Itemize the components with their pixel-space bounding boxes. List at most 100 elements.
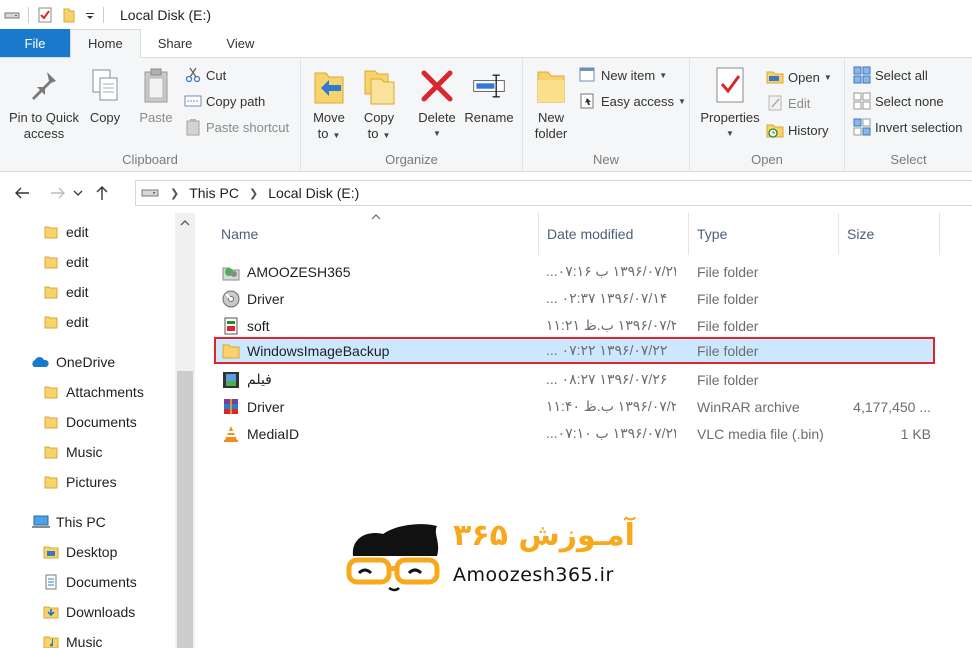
column-header-type[interactable]: Type — [689, 213, 839, 255]
file-name: AMOOZESH365 — [247, 263, 351, 280]
paste-shortcut-icon — [184, 118, 202, 136]
nav-item-music[interactable]: Music — [42, 627, 103, 648]
navigation-pane[interactable]: edit edit edit edit OneDrive Attachments… — [0, 213, 195, 648]
delete-x-icon — [419, 64, 455, 108]
easy-access-button[interactable]: Easy access ▼ — [579, 90, 686, 112]
watermark-url: Amoozesh365.ir — [453, 564, 614, 586]
invert-selection-icon — [853, 118, 871, 136]
scroll-thumb[interactable] — [177, 371, 193, 648]
clipboard-icon — [138, 64, 174, 108]
table-row[interactable]: Driver ۱۳۹۶/۰۷/۱۴ ۰۲:۳۷ ... File folder — [217, 285, 936, 312]
copy-button[interactable]: Copy — [84, 64, 126, 126]
history-button[interactable]: History — [766, 119, 828, 141]
column-header-date[interactable]: Date modified — [539, 213, 689, 255]
table-row[interactable]: MediaID ۱۳۹۶/۰۷/۲۲ ب ۰۷:۱۰... VLC media … — [217, 420, 936, 447]
new-group: New folder New item ▼ Easy access ▼ New — [523, 58, 690, 172]
drive-icon — [141, 189, 159, 197]
nav-item-music[interactable]: Music — [42, 437, 103, 467]
back-button[interactable] — [9, 180, 35, 206]
delete-button[interactable]: Delete ▼ — [415, 64, 459, 142]
file-size — [847, 339, 931, 362]
desktop-folder-icon — [42, 544, 60, 560]
nav-pane-scrollbar[interactable] — [175, 213, 195, 648]
file-type: VLC media file (.bin) — [697, 425, 824, 442]
folder-icon — [42, 474, 60, 490]
file-date: ۱۳۹۶/۰۷/۲۰ ب.ظ ۱۱:۲۱ — [546, 317, 676, 333]
nav-item-attachments[interactable]: Attachments — [42, 377, 144, 407]
open-button[interactable]: Open ▼ — [766, 66, 832, 88]
nav-item-documents[interactable]: Documents — [42, 407, 137, 437]
drive-icon[interactable] — [4, 7, 20, 23]
file-date: ۱۳۹۶/۰۷/۲۲ ۰۷:۲۲ ... — [546, 342, 668, 358]
cut-button[interactable]: Cut — [184, 64, 226, 86]
recent-locations-button[interactable] — [71, 180, 85, 206]
forward-button[interactable] — [45, 180, 71, 206]
file-type: File folder — [697, 317, 759, 334]
properties-button[interactable]: Properties ▼ — [696, 64, 764, 142]
chevron-down-icon: ▼ — [659, 70, 668, 80]
move-to-button[interactable]: Move to ▼ — [309, 64, 349, 144]
table-row[interactable]: soft ۱۳۹۶/۰۷/۲۰ ب.ظ ۱۱:۲۱ File folder — [217, 312, 936, 339]
paste-button[interactable]: Paste — [134, 64, 178, 126]
ribbon: Pin to Quick access Copy Paste Cut Copy … — [0, 58, 972, 172]
toolbar-divider — [103, 6, 104, 23]
tab-share[interactable]: Share — [141, 29, 210, 57]
nav-item-downloads[interactable]: Downloads — [42, 597, 135, 627]
properties-icon — [712, 64, 748, 108]
watermark-logo: آمـوزش ۳۶۵ Amoozesh365.ir — [345, 512, 695, 597]
nav-item-onedrive[interactable]: OneDrive — [30, 347, 115, 377]
nav-item-pictures[interactable]: Pictures — [42, 467, 117, 497]
column-header-size[interactable]: Size — [839, 213, 940, 255]
chevron-down-icon[interactable] — [85, 7, 95, 23]
select-all-icon — [853, 66, 871, 84]
pin-icon — [26, 64, 62, 108]
quick-access-toolbar — [0, 0, 112, 29]
chevron-right-icon[interactable]: ❯ — [170, 187, 179, 200]
nav-item-edit[interactable]: edit — [42, 307, 89, 337]
scroll-up-button[interactable] — [175, 213, 195, 233]
new-folder-button[interactable]: New folder — [529, 64, 573, 142]
back-arrow-icon — [15, 187, 29, 199]
nav-item-this-pc[interactable]: This PC — [32, 507, 106, 537]
up-button[interactable] — [89, 180, 115, 206]
copy-path-button[interactable]: Copy path — [184, 90, 265, 112]
tab-file[interactable]: File — [0, 29, 70, 57]
mascot-icon — [346, 524, 440, 592]
copy-to-button[interactable]: Copy to ▼ — [359, 64, 399, 144]
nav-item-edit[interactable]: edit — [42, 247, 89, 277]
rename-button[interactable]: Rename — [463, 64, 515, 126]
file-name: WindowsImageBackup — [247, 342, 390, 359]
properties-icon[interactable] — [37, 7, 53, 23]
table-row[interactable]: Driver ۱۳۹۶/۰۷/۲۰ ب.ظ ۱۱:۴۰ WinRAR archi… — [217, 393, 936, 420]
tab-home[interactable]: Home — [70, 29, 141, 58]
ribbon-tabs: File Home Share View — [0, 29, 972, 58]
onedrive-icon — [30, 354, 50, 370]
nav-item-desktop[interactable]: Desktop — [42, 537, 117, 567]
select-all-button[interactable]: Select all — [853, 64, 928, 86]
breadcrumb-this-pc[interactable]: This PC — [189, 185, 239, 201]
paste-shortcut-button[interactable]: Paste shortcut — [184, 116, 289, 138]
nav-item-edit[interactable]: edit — [42, 277, 89, 307]
chevron-right-icon[interactable]: ❯ — [249, 187, 258, 200]
invert-selection-button[interactable]: Invert selection — [853, 116, 962, 138]
breadcrumb-local-disk[interactable]: Local Disk (E:) — [268, 185, 359, 201]
pin-to-quick-access-button[interactable]: Pin to Quick access — [6, 64, 82, 142]
nav-item-documents[interactable]: Documents — [42, 567, 137, 597]
table-row[interactable]: فیلم ۱۳۹۶/۰۷/۲۶ ۰۸:۲۷ ... File folder — [217, 366, 936, 393]
folder-icon — [42, 254, 60, 270]
folder-icon — [42, 444, 60, 460]
column-header-name[interactable]: Name — [213, 213, 539, 255]
new-item-button[interactable]: New item ▼ — [579, 64, 667, 86]
address-bar[interactable]: ❯ This PC ❯ Local Disk (E:) — [135, 180, 972, 206]
file-type: File folder — [697, 342, 759, 359]
nav-item-edit[interactable]: edit — [42, 217, 89, 247]
select-none-button[interactable]: Select none — [853, 90, 944, 112]
disc-folder-icon — [221, 289, 241, 309]
tab-view[interactable]: View — [209, 29, 271, 57]
edit-button[interactable]: Edit — [766, 92, 810, 114]
table-row-selected[interactable]: WindowsImageBackup ۱۳۹۶/۰۷/۲۲ ۰۷:۲۲ ... … — [214, 337, 935, 364]
table-row[interactable]: AMOOZESH365 ۱۳۹۶/۰۷/۲۲ ب ۰۷:۱۶... File f… — [217, 258, 936, 285]
new-folder-icon[interactable] — [61, 7, 77, 23]
navigation-bar: ❯ This PC ❯ Local Disk (E:) — [0, 173, 972, 213]
file-date: ۱۳۹۶/۰۷/۱۴ ۰۲:۳۷ ... — [546, 290, 668, 306]
